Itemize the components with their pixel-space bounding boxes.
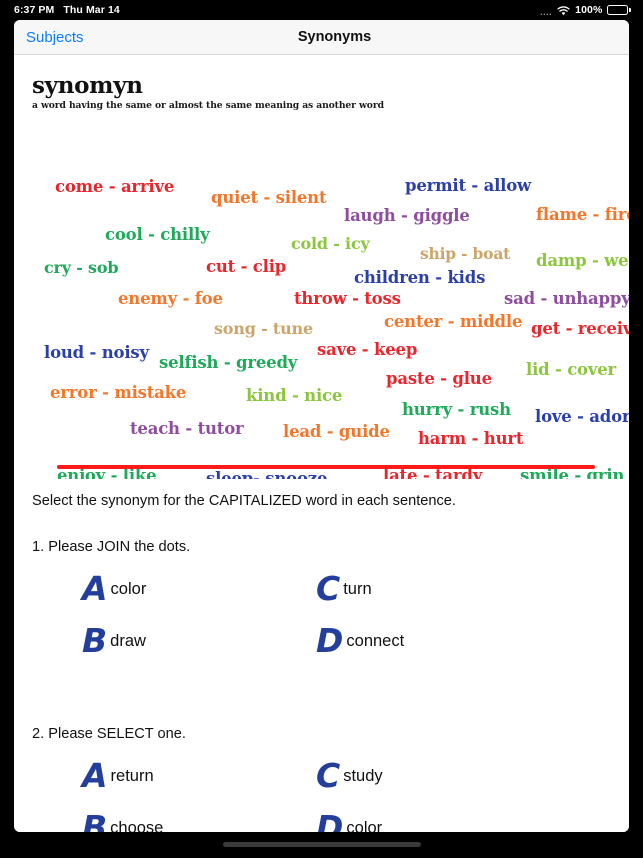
cloud-word: kind - nice [246,386,343,405]
navigation-bar: Subjects Synonyms [14,20,629,55]
option-b[interactable]: B draw [14,620,284,660]
poster-subtitle: a word having the same or almost the sam… [32,100,384,111]
cloud-word: get - receive [531,319,629,338]
option-letter: A [82,755,108,795]
cloud-word: damp - wet [536,251,629,270]
cloud-word: cry - sob [44,258,119,277]
option-b[interactable]: B choose [14,807,284,833]
quiz-instructions: Select the synonym for the CAPITALIZED w… [32,493,456,509]
option-row: B draw D connect [14,615,629,667]
option-label: draw [110,631,146,650]
cloud-word: loud - noisy [44,343,149,362]
content-area: synomyn a word having the same or almost… [14,55,629,832]
battery-percent-label: 100% [575,4,603,16]
option-a[interactable]: A return [14,755,284,795]
page-title: Synonyms [297,29,372,45]
cloud-word: throw - toss [294,289,401,308]
cloud-word: save - keep [317,340,418,359]
back-button-subjects[interactable]: Subjects [26,29,84,46]
signal-dots-icon: .... [540,7,553,17]
option-d[interactable]: D connect [284,620,574,660]
cloud-word: selfish - greedy [159,353,298,372]
option-c[interactable]: C turn [284,568,574,608]
cloud-word: laugh - giggle [344,206,470,225]
option-row: B choose D color [14,802,629,833]
option-letter: B [82,807,107,833]
tablet-device-frame: 6:37 PM Thu Mar 14 .... 100% Subjects Sy… [0,0,643,858]
cloud-word: sad - unhappy [504,289,629,308]
cloud-word: flame - fire [536,205,629,224]
option-row: A color C turn [14,563,629,615]
option-label: color [110,579,147,598]
status-bar: 6:37 PM Thu Mar 14 .... 100% [0,0,643,20]
question-2-options: A return C study B choose D color [14,750,629,833]
option-letter: D [316,620,343,660]
cloud-word: cold - icy [291,234,370,253]
option-label: turn [343,579,372,598]
synonym-poster: synomyn a word having the same or almost… [14,55,629,479]
cloud-word: center - middle [384,312,523,331]
cloud-word: sleep- snooze [206,469,328,479]
cloud-word: teach - tutor [130,419,244,438]
cloud-word: error - mistake [50,383,187,402]
cloud-word: paste - glue [386,369,492,388]
cloud-word: lead - guide [283,422,390,441]
status-bar-left: 6:37 PM Thu Mar 14 [14,4,120,16]
cloud-word: quiet - silent [211,188,327,207]
option-letter: D [316,807,343,833]
cloud-word: enemy - foe [118,289,223,308]
question-2-prompt: 2. Please SELECT one. [32,726,186,742]
cloud-word: permit - allow [405,176,532,195]
option-letter: C [316,755,340,795]
option-letter: B [82,620,107,660]
cloud-word: lid - cover [526,360,617,379]
option-label: return [110,766,154,785]
home-indicator[interactable] [222,842,421,847]
status-time: 6:37 PM [14,4,55,16]
battery-icon [607,5,631,15]
app-window: Subjects Synonyms synomyn a word having … [14,20,629,832]
cloud-word: love - adore [535,407,629,426]
cloud-word: cut - clip [206,257,287,276]
option-label: connect [346,631,405,650]
option-row: A return C study [14,750,629,802]
option-c[interactable]: C study [284,755,574,795]
option-label: study [343,766,383,785]
option-a[interactable]: A color [14,568,284,608]
status-bar-right: .... 100% [540,4,631,17]
poster-title: synomyn [32,72,143,99]
cloud-word: cool - chilly [105,225,210,244]
cloud-word: harm - hurt [418,429,524,448]
status-date: Thu Mar 14 [63,4,120,16]
cloud-word: ship - boat [420,244,511,263]
wifi-icon [557,6,570,16]
option-letter: C [316,568,340,608]
option-d[interactable]: D color [284,807,574,833]
option-letter: A [82,568,108,608]
option-label: choose [110,818,164,833]
cloud-word: come - arrive [55,177,175,196]
option-label: color [346,818,383,833]
question-1-prompt: 1. Please JOIN the dots. [32,539,191,555]
cloud-word: children - kids [354,268,486,287]
cloud-word: song - tune [214,319,313,338]
cloud-word: hurry - rush [402,400,511,419]
question-1-options: A color C turn B draw D connect [14,563,629,667]
poster-red-divider [57,465,595,469]
